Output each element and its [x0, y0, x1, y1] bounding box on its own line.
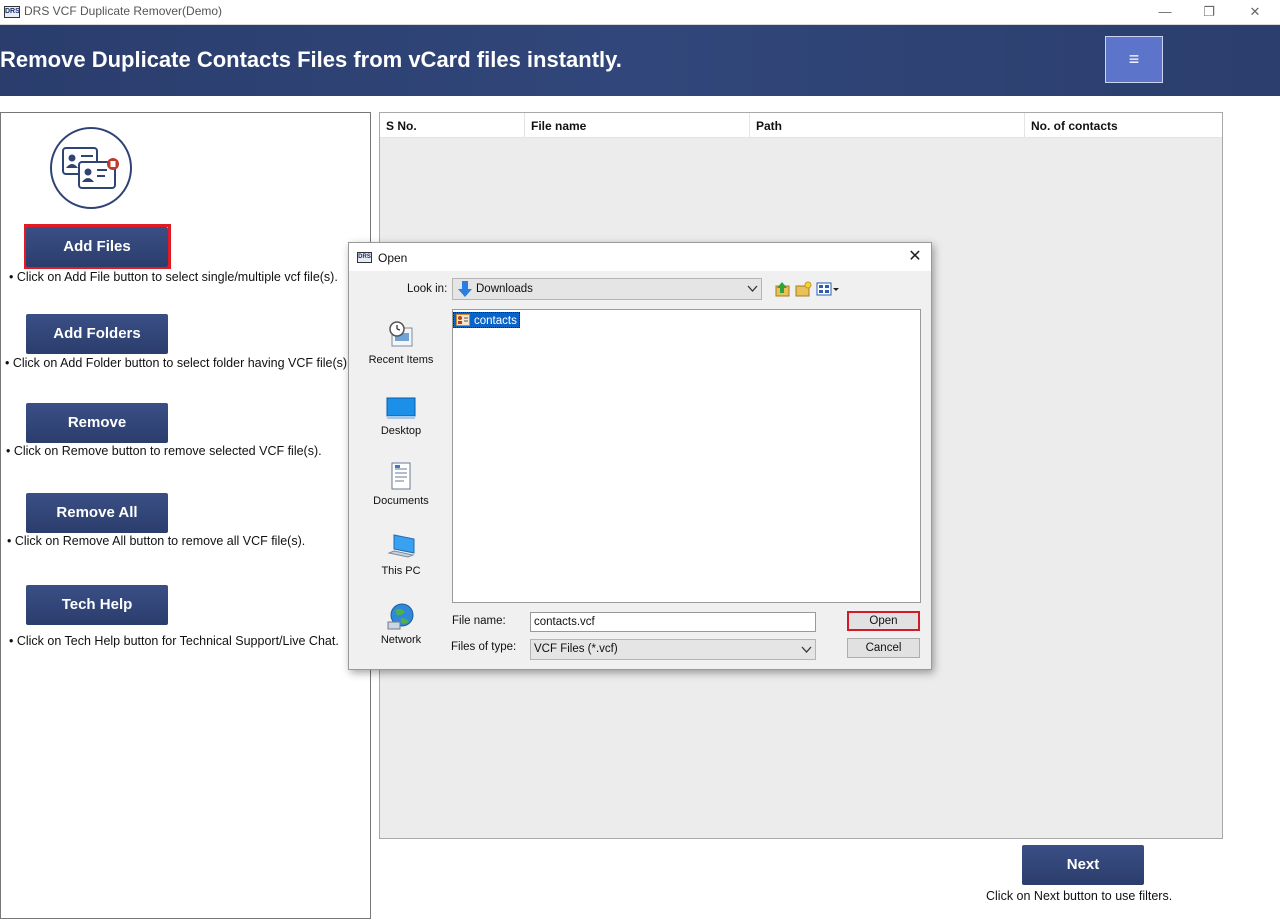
file-name-label: File name:: [452, 615, 506, 627]
place-label-network: Network: [380, 634, 422, 646]
vcard-logo-icon: [50, 127, 132, 209]
col-file-name[interactable]: File name: [525, 113, 750, 137]
file-name-input[interactable]: [530, 612, 816, 632]
download-arrow-icon: [458, 281, 472, 297]
place-documents[interactable]: Documents: [359, 462, 443, 510]
remove-button[interactable]: Remove: [26, 403, 168, 443]
dialog-title: Open: [378, 251, 408, 265]
header-title: Remove Duplicate Contacts Files from vCa…: [0, 47, 622, 72]
look-in-label: Look in:: [407, 283, 448, 295]
place-label-documents: Documents: [373, 495, 429, 507]
look-in-value: Downloads: [476, 283, 533, 295]
remove-all-button[interactable]: Remove All: [26, 493, 168, 533]
documents-icon: [391, 462, 411, 490]
minimize-button[interactable]: —: [1150, 2, 1180, 22]
file-item-label: contacts: [474, 315, 517, 327]
add-files-hint: • Click on Add File button to select sin…: [9, 270, 338, 284]
chevron-down-icon: [801, 646, 812, 653]
dialog-close-button[interactable]: ✕: [905, 248, 925, 266]
window-title: DRS VCF Duplicate Remover(Demo): [24, 4, 223, 18]
tech-help-hint: • Click on Tech Help button for Technica…: [9, 634, 339, 648]
next-button[interactable]: Next: [1022, 845, 1144, 885]
remove-hint: • Click on Remove button to remove selec…: [6, 444, 322, 458]
add-files-button[interactable]: Add Files: [26, 227, 168, 267]
place-label-this-pc: This PC: [381, 565, 421, 577]
add-folders-button[interactable]: Add Folders: [26, 314, 168, 354]
remove-all-hint: • Click on Remove All button to remove a…: [7, 534, 306, 548]
vcard-file-icon: [456, 314, 470, 326]
file-item-contacts[interactable]: contacts: [453, 312, 520, 328]
app-icon: DRS: [4, 6, 20, 18]
tech-help-button[interactable]: Tech Help: [26, 585, 168, 625]
close-button[interactable]: ✕: [1240, 2, 1270, 22]
dialog-titlebar: [349, 243, 931, 271]
add-folders-hint: • Click on Add Folder button to select f…: [5, 356, 351, 370]
menu-button[interactable]: ≡: [1105, 36, 1163, 83]
col-path[interactable]: Path: [750, 113, 1025, 137]
up-folder-icon[interactable]: [774, 281, 791, 298]
new-folder-icon[interactable]: [795, 281, 812, 298]
dialog-app-icon: DRS: [357, 252, 372, 263]
hamburger-icon: ≡: [1128, 49, 1140, 69]
network-globe-icon: [387, 603, 414, 630]
place-label-desktop: Desktop: [380, 425, 422, 437]
place-desktop[interactable]: Desktop: [359, 395, 443, 439]
view-menu-icon[interactable]: [816, 281, 840, 298]
dialog-open-button[interactable]: Open: [847, 611, 920, 631]
col-no-of-contacts[interactable]: No. of contacts: [1025, 113, 1222, 137]
file-list[interactable]: [452, 309, 921, 603]
place-this-pc[interactable]: This PC: [359, 533, 443, 579]
recent-items-icon: [389, 321, 413, 347]
desktop-icon: [386, 397, 416, 419]
dialog-cancel-button[interactable]: Cancel: [847, 638, 920, 658]
place-network[interactable]: Network: [359, 603, 443, 649]
file-type-value: VCF Files (*.vcf): [534, 643, 618, 655]
table-header: S No. File name Path No. of contacts: [380, 113, 1222, 138]
file-type-label: Files of type:: [451, 641, 517, 653]
place-recent-items[interactable]: Recent Items: [359, 320, 443, 370]
next-hint: Click on Next button to use filters.: [986, 889, 1173, 903]
chevron-down-icon: [747, 285, 758, 292]
col-sno[interactable]: S No.: [380, 113, 525, 137]
place-label-recent: Recent Items: [368, 354, 434, 366]
restore-button[interactable]: ❐: [1194, 2, 1224, 22]
computer-icon: [387, 534, 415, 558]
